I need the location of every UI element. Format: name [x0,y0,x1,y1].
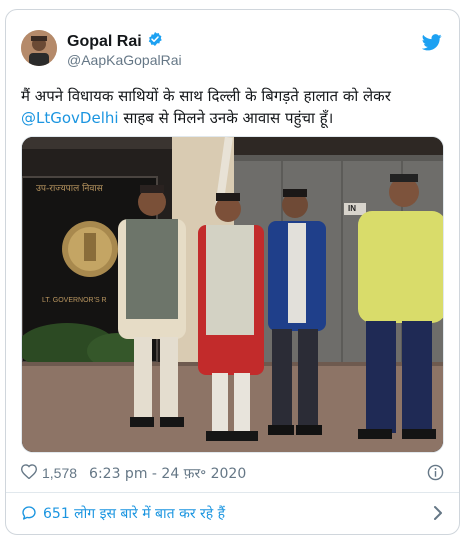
tweet-meta: 1,578 6:23 pm - 24 फ़र॰ 2020 [20,463,444,484]
gate-sign-english: LT. GOVERNOR'S R [42,297,107,304]
tweet-timestamp[interactable]: 6:23 pm - 24 फ़र॰ 2020 [89,464,246,483]
tweet-text: मैं अपने विधायक साथियों के साथ दिल्ली के… [21,85,446,129]
gate-in-badge: IN [348,204,356,213]
mention-link[interactable]: @LtGovDelhi [21,109,119,127]
tweet-text-body: मैं अपने विधायक साथियों के साथ दिल्ली के… [21,87,391,105]
verified-badge-icon [147,31,163,52]
info-icon[interactable] [427,464,444,484]
tweet-text-tail: साहब से मिलने उनके आवास पहुंचा हूँ। [118,109,334,127]
gate-sign-hindi: उप-राज्यपाल निवास [36,184,103,194]
conversation-link[interactable]: 651 लोग इस बारे में बात कर रहे हैं [21,502,444,524]
reply-bubble-icon [21,505,37,521]
twitter-bird-icon[interactable] [421,34,442,52]
tweet-header: Gopal Rai @AapKaGopalRai [21,30,444,70]
heart-icon [20,464,38,482]
tweet-card: Gopal Rai @AapKaGopalRai मैं अपने विधायक… [5,9,460,535]
author-handle[interactable]: @AapKaGopalRai [67,52,182,68]
chevron-right-icon[interactable] [432,505,444,525]
like-count: 1,578 [42,465,78,481]
author-name[interactable]: Gopal Rai [67,33,142,51]
conversation-text[interactable]: 651 लोग इस बारे में बात कर रहे हैं [43,504,225,523]
tweet-photo[interactable]: उप-राज्यपाल निवास LT. GOVERNOR'S R IN [21,136,444,453]
author-avatar[interactable] [21,30,57,66]
author-name-row[interactable]: Gopal Rai [67,31,163,52]
like-button[interactable]: 1,578 [20,464,78,482]
divider [6,492,459,493]
